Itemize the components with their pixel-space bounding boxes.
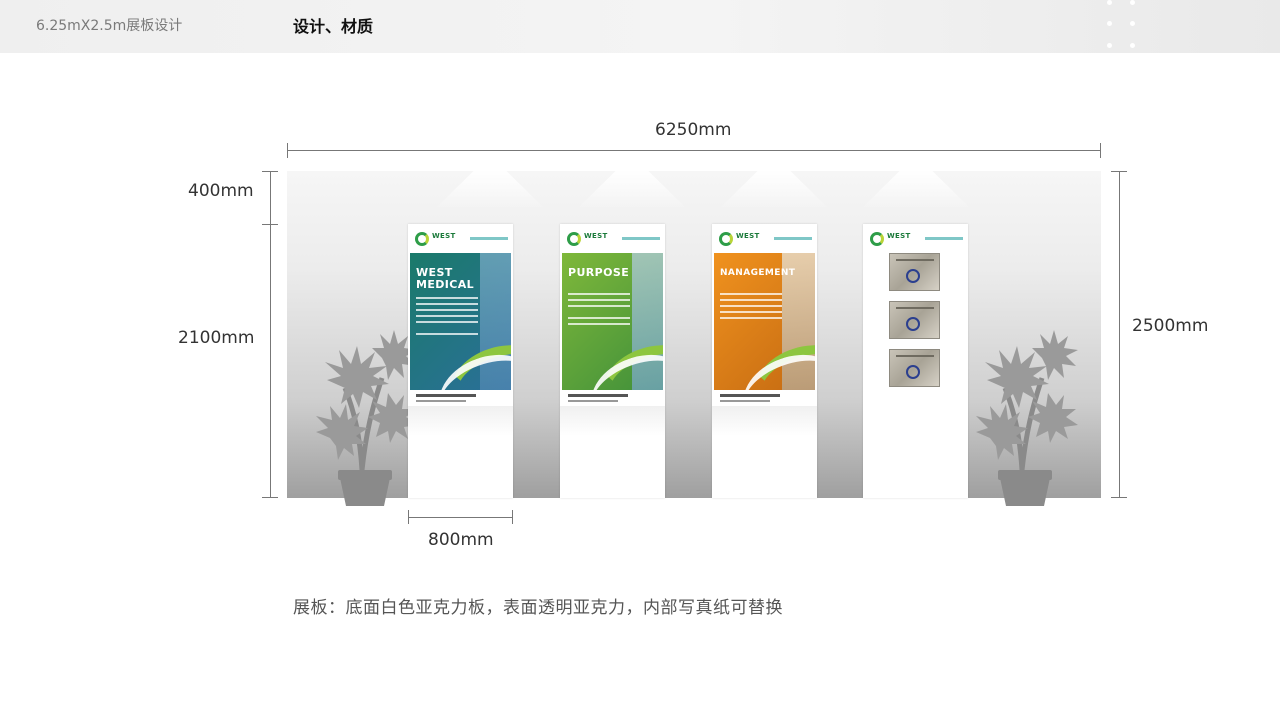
decorative-dots-icon	[1103, 0, 1143, 53]
left-tick-top	[262, 171, 278, 172]
panel-width-label: 800mm	[428, 530, 494, 550]
panel-logo-text: WEST	[736, 232, 760, 240]
panel-poster: WEST MEDICAL	[410, 253, 511, 390]
panel-header: WEST	[863, 232, 968, 250]
total-height-label: 2500mm	[1132, 316, 1209, 336]
total-width-tick-left	[287, 143, 288, 158]
panel-poster: PURPOSE	[562, 253, 663, 390]
certificate-icon	[889, 349, 940, 387]
panel-header: WEST	[712, 232, 817, 250]
spotlight-icon	[577, 171, 687, 209]
west-logo-icon	[870, 232, 884, 246]
poster-title: WEST MEDICAL	[416, 266, 475, 291]
panel-logo-text: WEST	[887, 232, 911, 240]
right-tick-bottom	[1111, 497, 1127, 498]
display-panel-1: WEST WEST MEDICAL	[408, 224, 513, 498]
panel-header: WEST	[560, 232, 665, 250]
poster-title: NANAGEMENT	[720, 268, 796, 278]
certificate-icon	[889, 253, 940, 291]
certificate-icon	[889, 301, 940, 339]
right-tick-top	[1111, 171, 1127, 172]
top-height-label: 400mm	[188, 181, 254, 201]
left-tick-bottom	[262, 497, 278, 498]
total-width-tick-right	[1100, 143, 1101, 158]
left-tick-mid	[262, 224, 278, 225]
west-logo-icon	[719, 232, 733, 246]
header-right-title: 设计、材质	[293, 17, 374, 36]
panel-header: WEST	[408, 232, 513, 250]
total-width-line	[287, 150, 1101, 151]
display-panel-3: WEST NANAGEMENT	[712, 224, 817, 498]
header-left-title: 6.25mX2.5m展板设计	[36, 18, 183, 34]
left-height-line	[270, 171, 271, 498]
right-height-line	[1119, 171, 1120, 498]
material-caption: 展板：底面白色亚克力板，表面透明亚克力，内部写真纸可替换	[293, 598, 783, 618]
panel-logo-text: WEST	[584, 232, 608, 240]
panel-logo-text: WEST	[432, 232, 456, 240]
spotlight-icon	[435, 171, 545, 209]
poster-title: PURPOSE	[568, 266, 630, 279]
panel-width-line	[408, 517, 512, 518]
panel-poster: NANAGEMENT	[714, 253, 815, 390]
potted-plant-icon	[316, 330, 418, 506]
spotlight-icon	[719, 171, 829, 209]
panel-width-tick-right	[512, 510, 513, 524]
west-logo-icon	[567, 232, 581, 246]
header-bar: 6.25mX2.5m展板设计 设计、材质	[0, 0, 1280, 53]
display-panel-2: WEST PURPOSE	[560, 224, 665, 498]
total-width-label: 6250mm	[655, 120, 732, 140]
spotlight-icon	[861, 171, 971, 209]
west-logo-icon	[415, 232, 429, 246]
display-panel-4: WEST	[863, 224, 968, 498]
panel-height-label: 2100mm	[178, 328, 255, 348]
potted-plant-icon	[976, 330, 1078, 506]
